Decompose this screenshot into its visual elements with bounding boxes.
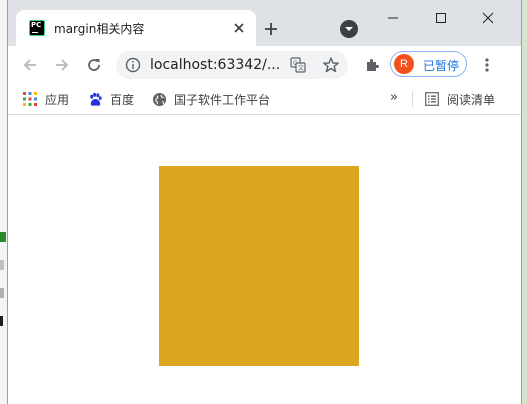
background-window-edge: [0, 0, 8, 404]
browser-window: PC margin相关内容 localhost:63342/... G 文 R …: [8, 0, 521, 404]
forward-button[interactable]: [50, 53, 74, 77]
goldenrod-box: [159, 166, 359, 366]
bookmarks-bar: 应用 百度 国子软件工作平台 » 阅读清单: [8, 84, 521, 115]
reading-list-icon: [424, 91, 440, 107]
bookmark-label: 百度: [110, 92, 135, 107]
arrow-left-icon: [23, 59, 36, 71]
browser-toolbar: localhost:63342/... G 文 R 已暂停: [8, 46, 521, 84]
minimize-button[interactable]: [370, 0, 416, 36]
menu-button[interactable]: [475, 53, 499, 77]
globe-icon: [151, 91, 167, 107]
arrow-right-icon: [56, 59, 69, 71]
favicon-text: PC: [31, 21, 42, 29]
info-icon[interactable]: [125, 57, 141, 73]
tab-search-button[interactable]: [340, 20, 358, 38]
reading-list-button[interactable]: 阅读清单: [424, 89, 495, 109]
extensions-button[interactable]: [360, 53, 384, 77]
bookmarks-divider: [412, 91, 413, 107]
reload-icon: [88, 59, 100, 71]
profile-button[interactable]: R 已暂停: [390, 51, 467, 77]
bookmark-apps[interactable]: 应用: [22, 89, 69, 109]
reload-button[interactable]: [82, 53, 106, 77]
address-bar[interactable]: localhost:63342/... G 文: [116, 51, 348, 79]
bookmark-label: 应用: [45, 92, 70, 107]
avatar: R: [394, 54, 414, 74]
bookmark-star-icon[interactable]: [322, 56, 340, 74]
background-text-fragment: [0, 232, 6, 242]
background-text-fragment: [0, 316, 3, 326]
translate-icon[interactable]: G 文: [290, 57, 306, 73]
page-viewport: [8, 115, 521, 404]
new-tab-button[interactable]: [260, 18, 282, 40]
minimize-icon: [388, 17, 398, 19]
apps-grid-icon: [22, 91, 38, 107]
url-text[interactable]: localhost:63342/...: [150, 57, 280, 73]
tab-active[interactable]: PC margin相关内容: [16, 10, 256, 46]
bookmarks-overflow-button[interactable]: »: [390, 90, 398, 105]
plus-icon: [265, 23, 277, 35]
close-icon: [482, 12, 494, 24]
tab-title: margin相关内容: [54, 22, 145, 36]
window-close-button[interactable]: [465, 0, 511, 36]
reading-list-label: 阅读清单: [447, 92, 496, 107]
background-text-fragment: [0, 260, 4, 270]
tab-close-icon[interactable]: [230, 19, 248, 37]
profile-status-label: 已暂停: [423, 59, 460, 73]
puzzle-icon: [367, 59, 379, 71]
pycharm-favicon-icon: PC: [29, 20, 45, 36]
tab-strip: PC margin相关内容: [8, 0, 521, 46]
bookmark-label: 国子软件工作平台: [174, 92, 271, 107]
background-text-fragment: [0, 288, 4, 298]
bookmark-baidu[interactable]: 百度: [87, 89, 134, 109]
maximize-button[interactable]: [418, 0, 464, 36]
chevron-down-icon: [345, 27, 353, 31]
more-vertical-icon: [485, 58, 489, 72]
bookmark-guozi[interactable]: 国子软件工作平台: [151, 89, 270, 109]
baidu-paw-icon: [87, 91, 103, 107]
svg-text:文: 文: [298, 64, 304, 72]
back-button[interactable]: [18, 53, 42, 77]
maximize-icon: [436, 13, 446, 23]
